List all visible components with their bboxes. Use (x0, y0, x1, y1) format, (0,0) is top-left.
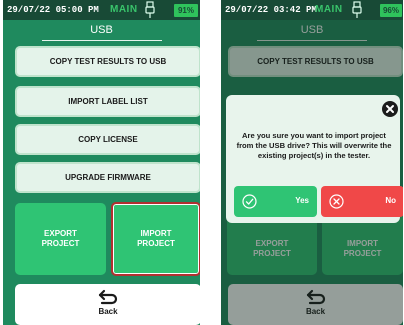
status-bar: 29/07/22 05:00 PM MAIN 91% (3, 0, 200, 20)
import-project-button[interactable]: IMPORT PROJECT (111, 202, 200, 276)
title-underline (41, 40, 162, 41)
status-bar: 29/07/22 03:42 PM MAIN 96% (221, 0, 403, 20)
tester-screen-main: 29/07/22 05:00 PM MAIN 91% USB COPY TEST… (3, 0, 200, 325)
clock-time: 29/07/22 05:00 PM (7, 5, 99, 15)
import-label-list-button[interactable]: IMPORT LABEL LIST (15, 86, 200, 117)
back-label: Back (98, 307, 118, 316)
x-circle-icon (329, 194, 344, 209)
battery-indicator: 91% (174, 4, 198, 17)
export-project-label-2: PROJECT (41, 239, 80, 248)
confirm-dialog: Are you sure you want to import project … (226, 95, 403, 223)
upgrade-firmware-button[interactable]: UPGRADE FIRMWARE (15, 162, 200, 193)
battery-indicator: 96% (380, 4, 402, 17)
clock-time: 29/07/22 03:42 PM (225, 5, 317, 15)
mode-label: MAIN (315, 4, 343, 15)
copy-license-button[interactable]: COPY LICENSE (15, 124, 200, 155)
usb-plug-icon (349, 1, 365, 19)
import-project-label-1: IMPORT (140, 229, 172, 238)
return-arrow-icon (97, 288, 119, 306)
page-title: USB (90, 24, 113, 36)
export-project-label-1: EXPORT (44, 229, 77, 238)
confirm-message: Are you sure you want to import project … (236, 131, 392, 160)
mode-label: MAIN (110, 4, 138, 15)
tester-screen-confirm: 29/07/22 03:42 PM MAIN 96% USB COPY TEST… (221, 0, 403, 325)
check-circle-icon (242, 194, 257, 209)
close-icon[interactable] (382, 101, 398, 117)
copy-test-results-button[interactable]: COPY TEST RESULTS TO USB (15, 46, 200, 77)
no-label: No (385, 196, 396, 205)
import-project-label-2: PROJECT (137, 239, 175, 248)
export-project-button[interactable]: EXPORT PROJECT (15, 203, 106, 275)
back-button[interactable]: Back (15, 284, 200, 325)
yes-button[interactable]: Yes (234, 186, 317, 217)
yes-label: Yes (295, 196, 309, 205)
usb-plug-icon (142, 1, 158, 19)
no-button[interactable]: No (321, 186, 403, 217)
